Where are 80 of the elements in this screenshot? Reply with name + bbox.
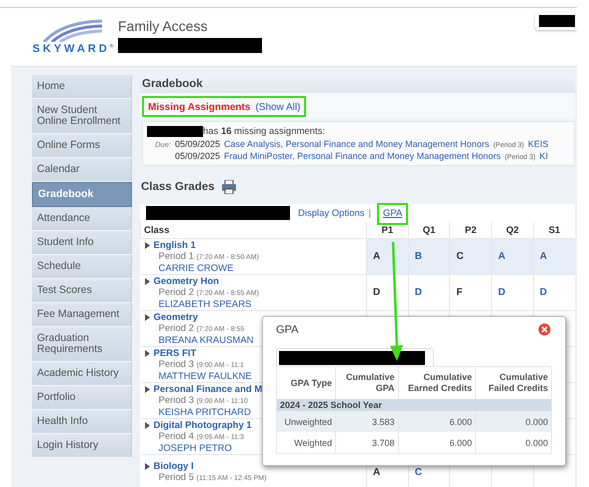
group-row: 2024 - 2025 School Year: [276, 399, 552, 411]
grade-text: D: [373, 287, 380, 298]
due-date: 05/09/2025: [175, 151, 220, 161]
sidebar-item[interactable]: Home: [32, 75, 132, 99]
expand-icon[interactable]: [144, 463, 150, 470]
sidebar-item[interactable]: New Student Online Enrollment: [32, 99, 132, 134]
sidebar-item[interactable]: Online Forms: [32, 134, 132, 158]
grade-link[interactable]: A: [498, 251, 506, 262]
logo-text: SKYWARD$^{®}$: [32, 43, 114, 55]
sidebar-item[interactable]: Academic History: [32, 362, 132, 386]
teacher-link[interactable]: BREANA KRAUSMAN: [158, 334, 254, 346]
missing-summary: has 16 missing assignments:: [203, 126, 325, 137]
grade-link[interactable]: A: [540, 251, 547, 262]
grade-link[interactable]: C: [414, 467, 422, 478]
show-all-link[interactable]: (Show All): [255, 102, 300, 113]
missing-heading: Missing Assignments: [148, 102, 250, 113]
student-tab[interactable]: [276, 348, 434, 366]
dialog-title: GPA: [276, 324, 298, 336]
table-cell: 0.000: [476, 432, 552, 454]
class-link[interactable]: English 1: [154, 240, 196, 250]
grade-link[interactable]: D: [498, 287, 506, 298]
sidebar-item[interactable]: Gradebook: [32, 182, 132, 207]
sidebar-item[interactable]: Fee Management: [32, 303, 132, 327]
table-cell: 6.000: [398, 432, 476, 454]
user-tab[interactable]: [535, 12, 577, 30]
sidebar-item[interactable]: Attendance: [32, 207, 132, 231]
teacher-link[interactable]: MATTHEW FAULKNE: [158, 370, 252, 382]
due-date: 05/09/2025: [175, 139, 220, 149]
app-title: Family Access: [118, 18, 208, 34]
grade-link[interactable]: D: [540, 287, 547, 298]
teacher-link[interactable]: ELIZABETH SPEARS: [158, 298, 252, 310]
table-cell: 0.000: [476, 411, 552, 432]
expand-icon[interactable]: [144, 386, 150, 392]
grade-text: C: [456, 251, 464, 262]
sidebar-item[interactable]: Student Info: [32, 231, 132, 255]
sidebar-item[interactable]: Test Scores: [32, 279, 132, 303]
grade-text: A: [373, 251, 380, 262]
teacher-link[interactable]: CARRIE CROWE: [158, 262, 234, 274]
redaction-block: [147, 126, 203, 137]
display-options-link[interactable]: Display Options: [298, 208, 365, 218]
table-cell: 3.708: [336, 432, 398, 454]
grade-text: A: [373, 467, 380, 478]
expand-icon[interactable]: [144, 242, 150, 248]
table-cell: Unweighted: [276, 411, 336, 432]
close-icon[interactable]: [538, 323, 551, 336]
expand-icon[interactable]: [144, 422, 150, 428]
class-link[interactable]: Geometry: [154, 312, 198, 322]
swoosh-icon: [42, 18, 104, 42]
assignment-link[interactable]: Case Analysis, Personal Finance and Money Management Honors: [224, 139, 490, 149]
grade-link[interactable]: D: [414, 287, 422, 298]
class-link[interactable]: Geometry Hon: [154, 276, 219, 286]
teacher-link[interactable]: KI: [539, 151, 548, 161]
expand-icon[interactable]: [144, 278, 150, 284]
sidebar-item[interactable]: Portfolio: [32, 386, 132, 410]
class-link[interactable]: Biology I: [154, 461, 194, 472]
sidebar-item[interactable]: Calendar: [32, 158, 132, 182]
grade-text: F: [456, 287, 462, 298]
assignment-link[interactable]: Fraud MiniPoster, Personal Finance and Money Management Honors: [224, 151, 501, 161]
separator: |: [368, 208, 371, 218]
sidebar-item[interactable]: Login History: [32, 434, 132, 458]
expand-icon[interactable]: [144, 350, 150, 356]
gpa-link[interactable]: GPA: [383, 208, 402, 218]
highlight-frame: [377, 202, 408, 224]
grade-link[interactable]: B: [414, 251, 422, 262]
printer-icon[interactable]: [220, 180, 237, 194]
sidebar-item[interactable]: Health Info: [32, 410, 132, 434]
column-header: Class: [140, 222, 366, 238]
expand-icon[interactable]: [144, 314, 150, 320]
table-cell: 6.000: [398, 411, 476, 432]
table-cell: 3.583: [336, 411, 398, 432]
teacher-link[interactable]: JOSEPH PETRO: [158, 442, 232, 454]
teacher-link[interactable]: KEISHA PRITCHARD: [158, 406, 251, 418]
class-link[interactable]: Digital Photography 1: [154, 420, 252, 430]
class-link[interactable]: PERS FIT: [154, 348, 196, 358]
sidebar-item[interactable]: Graduation Requirements: [32, 327, 132, 362]
sidebar-item[interactable]: Schedule: [32, 255, 132, 279]
section-title: Class Grades: [141, 181, 215, 193]
class-link[interactable]: Personal Finance and M: [154, 384, 262, 394]
teacher-link[interactable]: KEIS: [528, 139, 548, 149]
table-cell: Weighted: [276, 432, 336, 454]
